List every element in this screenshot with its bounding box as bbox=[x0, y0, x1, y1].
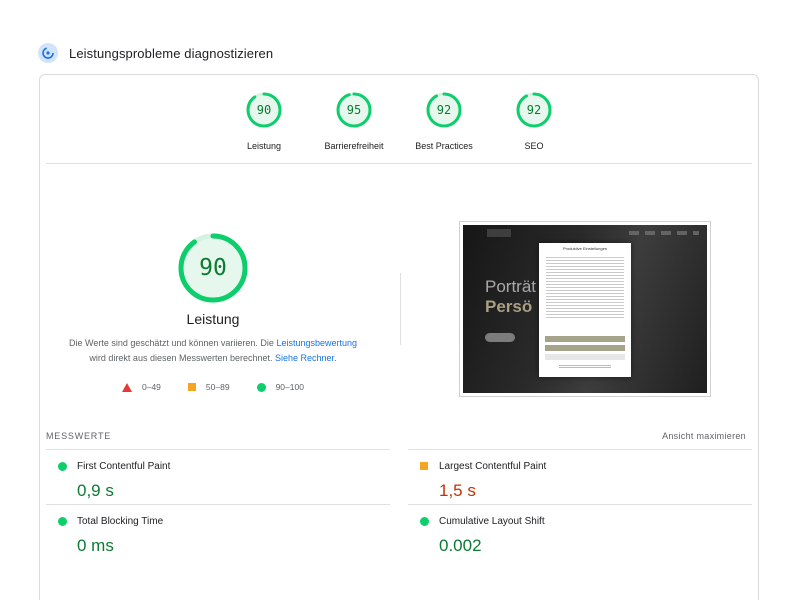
gauge-ring: 95 bbox=[335, 91, 373, 129]
screenshot-image: Porträt Persö Produktive Einstellungen bbox=[463, 225, 707, 393]
cookie-dialog: Produktive Einstellungen bbox=[539, 243, 631, 377]
gauge-accessibility[interactable]: 95 Barrierefreiheit bbox=[314, 91, 394, 151]
metric-value: 0 ms bbox=[77, 536, 114, 555]
gauge-ring: 92 bbox=[425, 91, 463, 129]
page-screenshot[interactable]: Porträt Persö Produktive Einstellungen bbox=[459, 221, 711, 397]
legend-average: 50–89 bbox=[187, 382, 230, 392]
gauge-label: Barrierefreiheit bbox=[324, 141, 384, 151]
main-score: 90 bbox=[199, 255, 227, 281]
site-nav bbox=[629, 231, 699, 235]
gauge-performance[interactable]: 90 Leistung bbox=[224, 91, 304, 151]
metrics-divider bbox=[408, 504, 752, 505]
metric-value: 0,9 s bbox=[77, 481, 114, 500]
dialog-title: Produktive Einstellungen bbox=[562, 246, 608, 251]
dialog-footer bbox=[559, 365, 611, 368]
gauge-seo[interactable]: 92 SEO bbox=[494, 91, 574, 151]
metric-name: First Contentful Paint bbox=[77, 460, 171, 472]
metric-value: 0.002 bbox=[439, 536, 482, 555]
metrics-divider bbox=[408, 449, 752, 450]
dialog-text bbox=[546, 257, 624, 319]
dialog-button bbox=[545, 345, 625, 351]
vertical-divider bbox=[400, 273, 401, 345]
gauge-score: 90 bbox=[256, 103, 272, 117]
gauge-label: Best Practices bbox=[415, 141, 473, 151]
metric-fcp: First Contentful Paint 0,9 s bbox=[46, 459, 366, 509]
expand-view-toggle[interactable]: Ansicht maximieren bbox=[662, 431, 746, 441]
gauge-best-practices[interactable]: 92 Best Practices bbox=[404, 91, 484, 151]
triangle-icon bbox=[122, 382, 132, 392]
circle-icon bbox=[256, 382, 266, 392]
category-gauges: 90 Leistung 95 Barrierefreiheit 92 Best … bbox=[40, 91, 758, 165]
desc-text: Die Werte sind geschätzt und können vari… bbox=[68, 338, 277, 348]
legend-range: 0–49 bbox=[142, 382, 161, 392]
gauge-icon bbox=[38, 43, 58, 63]
screenshot-button bbox=[485, 333, 515, 342]
legend-good: 90–100 bbox=[256, 382, 304, 392]
average-square-icon bbox=[420, 462, 428, 470]
screenshot-headline: Porträt bbox=[485, 277, 537, 296]
dialog-button bbox=[545, 336, 625, 342]
gauge-label: SEO bbox=[524, 141, 544, 151]
metrics-title: MESSWERTE bbox=[46, 431, 112, 441]
metric-cls: Cumulative Layout Shift 0.002 bbox=[408, 514, 728, 564]
score-legend: 0–49 50–89 90–100 bbox=[122, 380, 331, 394]
good-circle-icon bbox=[58, 516, 67, 526]
legend-poor: 0–49 bbox=[122, 382, 161, 392]
main-performance-gauge: 90 bbox=[177, 232, 249, 304]
section-header: Leistungsprobleme diagnostizieren bbox=[38, 42, 273, 64]
metric-lcp: Largest Contentful Paint 1,5 s bbox=[408, 459, 728, 509]
legend-range: 90–100 bbox=[275, 382, 304, 392]
site-logo bbox=[487, 229, 511, 237]
metric-name: Total Blocking Time bbox=[77, 515, 164, 527]
metric-name: Largest Contentful Paint bbox=[439, 460, 547, 472]
screenshot-headline-bold: Persö bbox=[485, 297, 533, 316]
report-card: 90 Leistung 95 Barrierefreiheit 92 Best … bbox=[39, 74, 759, 600]
gauge-ring: 92 bbox=[515, 91, 553, 129]
metrics-divider bbox=[46, 449, 390, 450]
desc-text: . bbox=[334, 353, 337, 363]
gauge-score: 95 bbox=[346, 103, 362, 117]
desc-text: wird direkt aus diesen Messwerten berech… bbox=[89, 353, 276, 363]
score-description: Die Werte sind geschätzt und können vari… bbox=[58, 336, 368, 366]
dialog-button bbox=[545, 354, 625, 360]
good-circle-icon bbox=[420, 516, 429, 526]
calculator-link[interactable]: Siehe Rechner bbox=[275, 353, 334, 363]
good-circle-icon bbox=[58, 461, 67, 471]
legend-range: 50–89 bbox=[205, 382, 230, 392]
metric-tbt: Total Blocking Time 0 ms bbox=[46, 514, 366, 564]
square-icon bbox=[187, 383, 196, 391]
gauge-score: 92 bbox=[526, 103, 542, 117]
gauge-label: Leistung bbox=[246, 141, 282, 151]
metrics-divider bbox=[46, 504, 390, 505]
metric-name: Cumulative Layout Shift bbox=[439, 515, 545, 527]
gauge-score: 92 bbox=[436, 103, 452, 117]
scoring-link[interactable]: Leistungsbewertung bbox=[276, 338, 357, 348]
main-gauge-label: Leistung bbox=[186, 311, 240, 327]
gauge-ring: 90 bbox=[245, 91, 283, 129]
section-title: Leistungsprobleme diagnostizieren bbox=[69, 45, 274, 61]
gauges-divider bbox=[46, 163, 752, 164]
metric-value: 1,5 s bbox=[439, 481, 476, 500]
